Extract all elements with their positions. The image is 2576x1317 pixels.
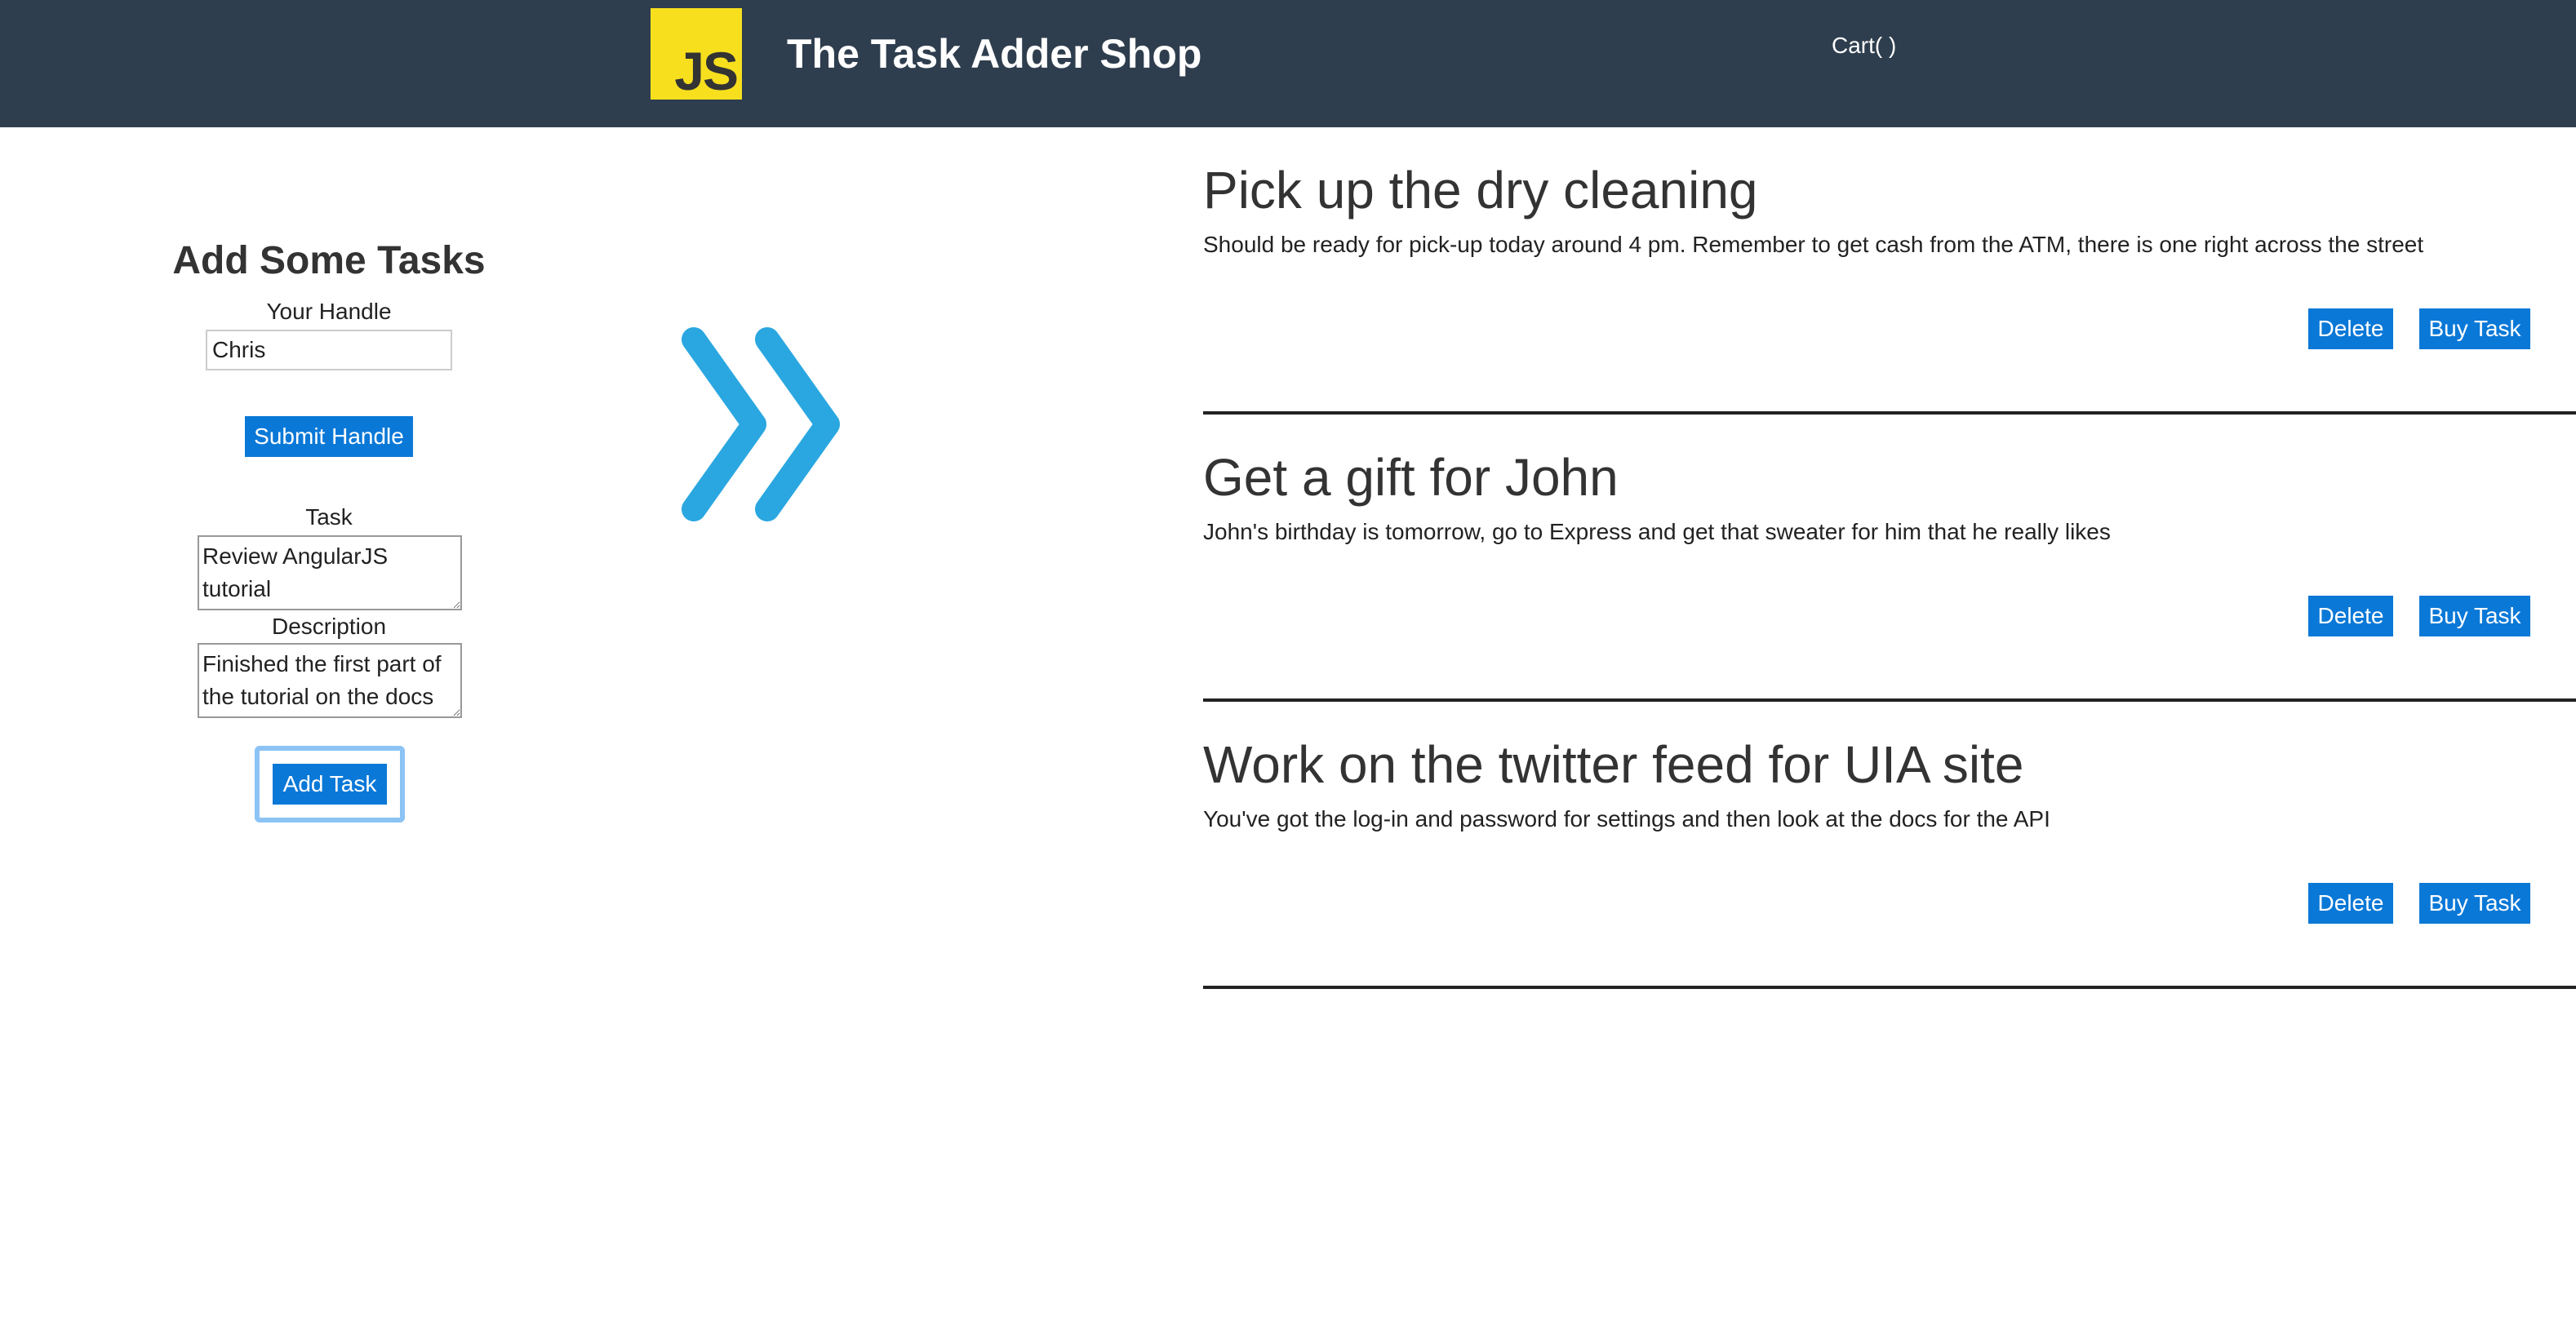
- add-task-button[interactable]: Add Task: [273, 764, 387, 805]
- task-textarea[interactable]: Review AngularJS tutorial: [198, 535, 462, 610]
- task-description: John's birthday is tomorrow, go to Expre…: [1203, 519, 2111, 544]
- handle-input[interactable]: [206, 330, 452, 370]
- buy-task-button[interactable]: Buy Task: [2419, 596, 2530, 636]
- logo-text: JS: [674, 41, 739, 101]
- buy-task-button[interactable]: Buy Task: [2419, 883, 2530, 924]
- description-label: Description: [271, 614, 387, 639]
- submit-handle-button[interactable]: Submit Handle: [245, 416, 413, 457]
- delete-button[interactable]: Delete: [2308, 308, 2393, 349]
- task-card: Pick up the dry cleaning Should be ready…: [1203, 127, 2576, 415]
- task-divider: [1203, 986, 2576, 989]
- task-label: Task: [305, 504, 353, 530]
- site-title: The Task Adder Shop: [787, 31, 1202, 77]
- task-title: Pick up the dry cleaning: [1203, 161, 1758, 220]
- task-card: Work on the twitter feed for UIA site Yo…: [1203, 702, 2576, 989]
- delete-button[interactable]: Delete: [2308, 883, 2393, 924]
- double-chevron-right-icon: [682, 327, 840, 521]
- task-title: Get a gift for John: [1203, 448, 1619, 507]
- top-nav-bar: JS The Task Adder Shop Cart( ): [0, 0, 2576, 127]
- delete-button[interactable]: Delete: [2308, 596, 2393, 636]
- cart-link[interactable]: Cart( ): [1832, 31, 1896, 60]
- task-card: Get a gift for John John's birthday is t…: [1203, 415, 2576, 702]
- description-textarea[interactable]: Finished the first part of the tutorial …: [198, 643, 462, 718]
- task-description: Should be ready for pick-up today around…: [1203, 232, 2424, 257]
- handle-label: Your Handle: [266, 299, 392, 324]
- buy-task-button[interactable]: Buy Task: [2419, 308, 2530, 349]
- js-logo-icon: JS: [651, 8, 742, 100]
- task-title: Work on the twitter feed for UIA site: [1203, 735, 2024, 794]
- form-title: Add Some Tasks: [172, 239, 486, 282]
- task-description: You've got the log-in and password for s…: [1203, 806, 2050, 831]
